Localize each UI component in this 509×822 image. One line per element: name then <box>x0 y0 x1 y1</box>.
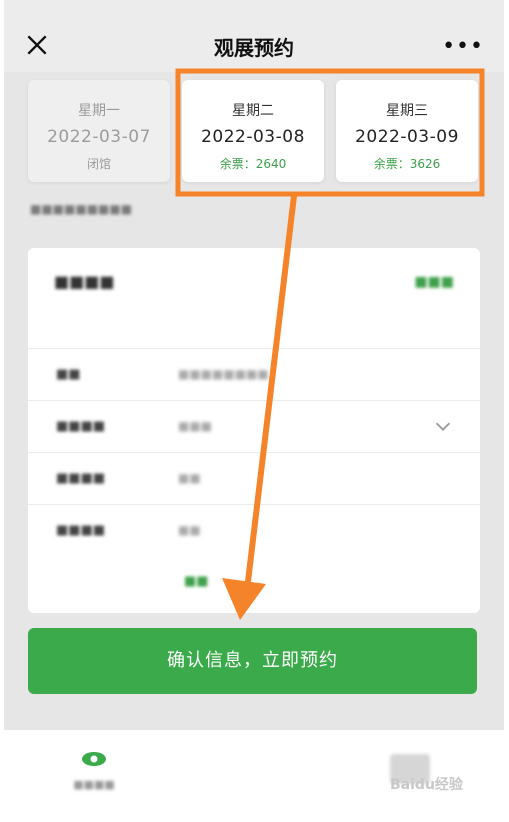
blurred-field-value: ■■ <box>178 471 201 485</box>
date-value: 2022-03-07 <box>47 127 151 147</box>
chevron-down-icon[interactable] <box>432 415 454 437</box>
app-screen: 观展预约 ••• 星期一 2022-03-07 闭馆 星期二 2022-03-0… <box>4 0 504 822</box>
date-weekday: 星期二 <box>232 103 274 119</box>
blurred-form-link[interactable]: ■■■ <box>414 274 454 290</box>
blurred-field-value: ■■■ <box>178 419 213 433</box>
date-card-wednesday[interactable]: 星期三 2022-03-09 余票：3626 <box>336 80 478 182</box>
watermark-text: Baidu经验 <box>390 777 463 793</box>
form-row[interactable]: ■■ ■■■■■■■■ <box>28 348 480 401</box>
blurred-field-label: ■■■■ <box>56 523 106 538</box>
date-value: 2022-03-09 <box>355 127 459 147</box>
tab-booking[interactable]: ■■■■ <box>54 750 134 791</box>
date-card-tuesday[interactable]: 星期二 2022-03-08 余票：2640 <box>182 80 324 182</box>
form-row[interactable]: ■■■■ ■■■ <box>28 400 480 453</box>
form-row[interactable]: ■■■■ ■■ <box>28 504 480 557</box>
date-weekday: 星期一 <box>78 103 120 119</box>
date-status: 余票：2640 <box>219 157 287 171</box>
blurred-tab-label: ■■■■ <box>73 778 115 791</box>
date-value: 2022-03-08 <box>201 127 305 147</box>
date-weekday: 星期三 <box>386 103 428 119</box>
visitor-form-card: ■■■■ ■■■ ■■ ■■■■■■■■ ■■■■ ■■■ ■■■■ ■■ ■■… <box>28 248 480 613</box>
blurred-field-label: ■■■■ <box>56 471 106 486</box>
date-card-monday[interactable]: 星期一 2022-03-07 闭馆 <box>28 80 170 182</box>
blurred-field-label: ■■■■ <box>56 419 106 434</box>
confirm-booking-button[interactable]: 确认信息，立即预约 <box>28 628 477 694</box>
blurred-hint-text: ■■■■■■■■■ <box>30 202 133 216</box>
blurred-field-value: ■■ <box>178 523 201 537</box>
date-status: 余票：3626 <box>373 157 441 171</box>
more-options-icon[interactable]: ••• <box>442 34 484 59</box>
eye-icon <box>82 752 106 766</box>
form-row[interactable]: ■■■■ ■■ <box>28 452 480 505</box>
date-status: 闭馆 <box>86 157 111 171</box>
top-bar: 观展预约 ••• <box>4 0 504 72</box>
page-title: 观展预约 <box>214 36 294 60</box>
blurred-field-value: ■■■■■■■■ <box>178 367 269 381</box>
blurred-add-link[interactable]: ■■ <box>184 574 209 589</box>
blurred-form-heading: ■■■■ <box>54 272 115 291</box>
blurred-field-label: ■■ <box>56 367 81 382</box>
